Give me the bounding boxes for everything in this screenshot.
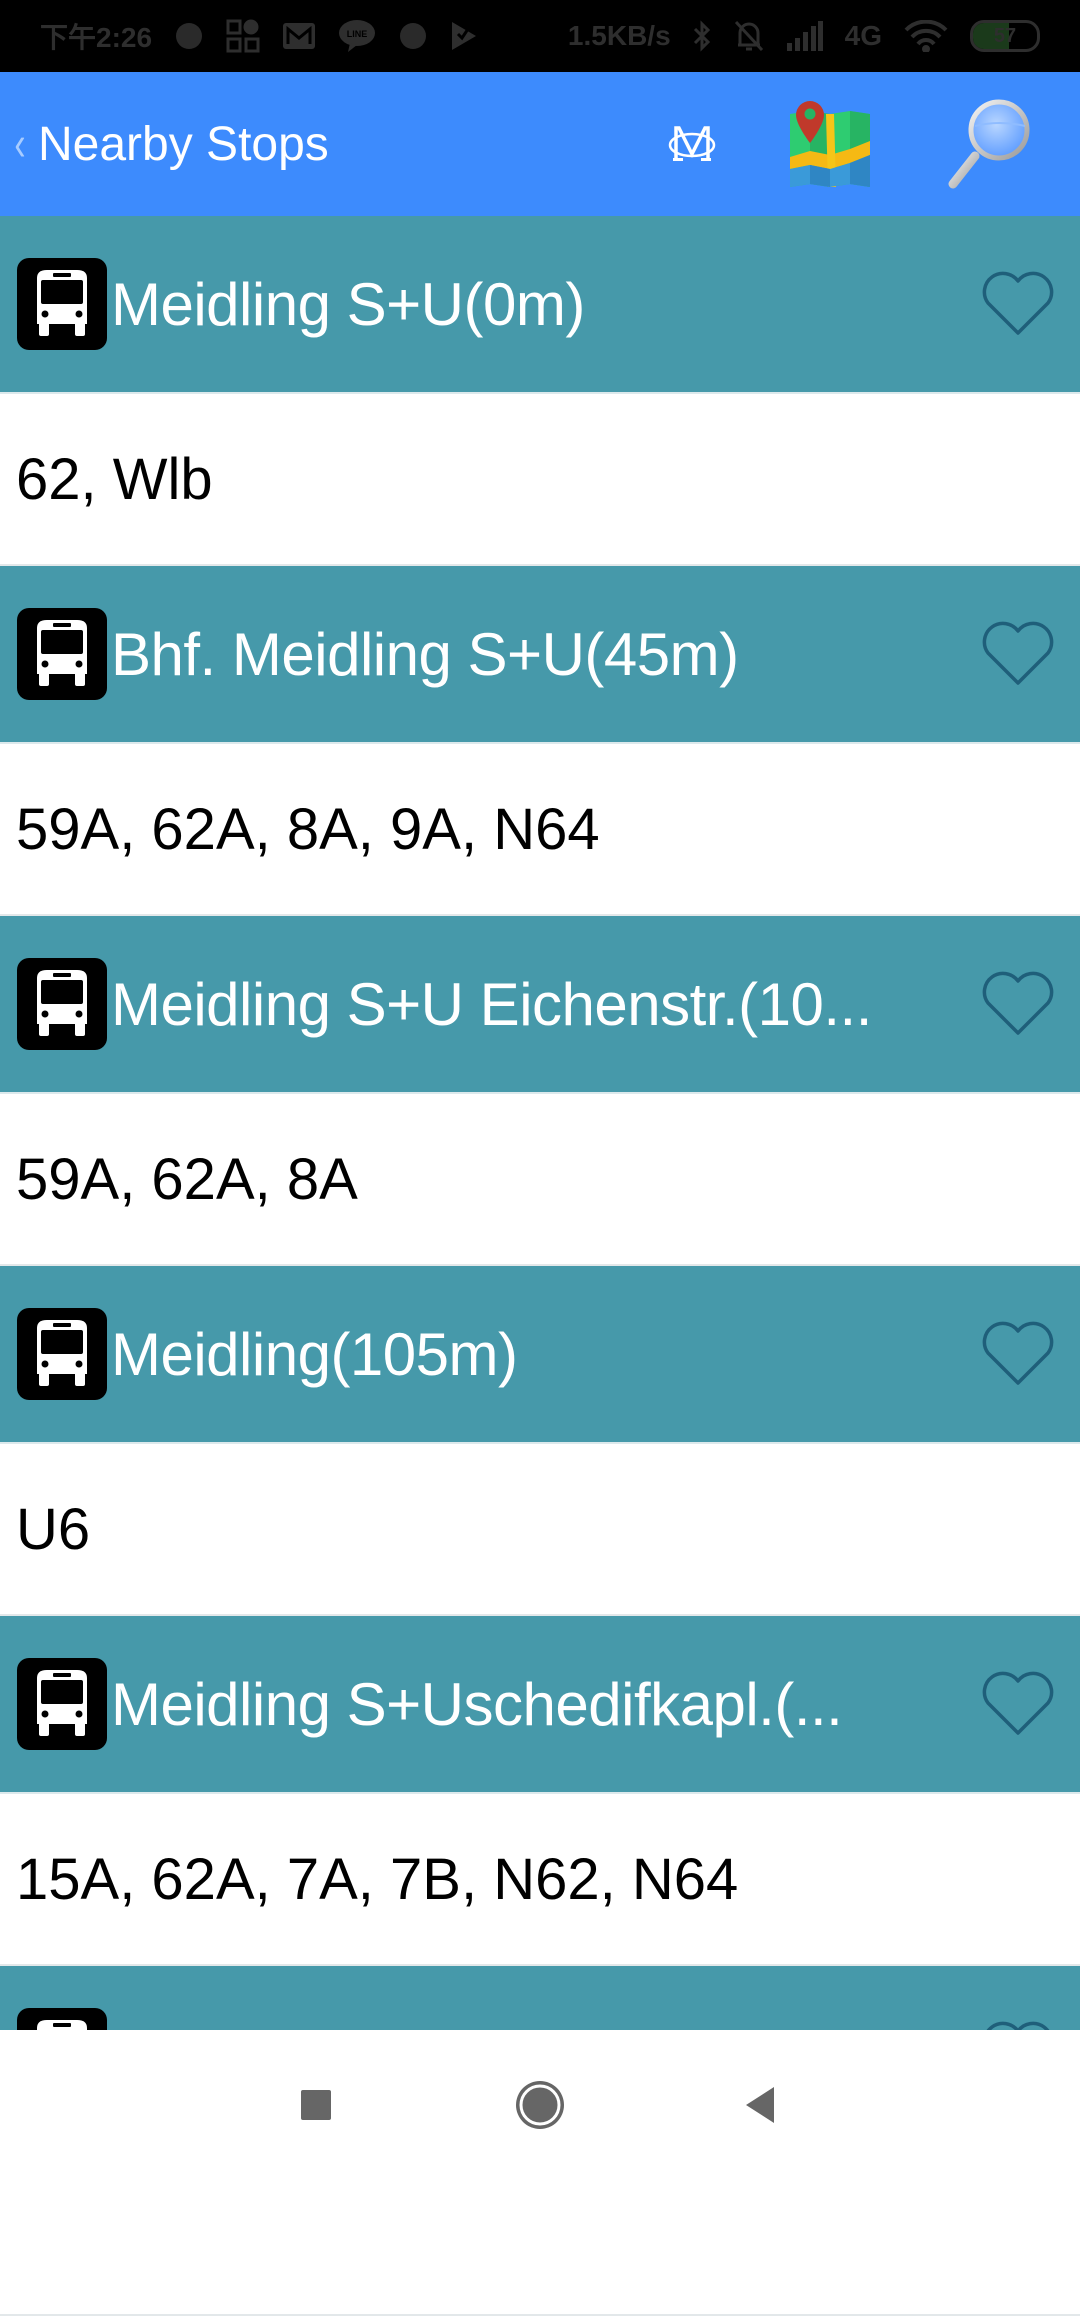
nearby-stops-list: Meidling S+U(0m) 62, Wlb Bhf. Meidling S…: [0, 216, 1080, 2316]
bus-icon: [17, 608, 107, 700]
loading-icon: [174, 21, 204, 51]
routes-text: 62, Wlb: [16, 446, 213, 512]
loading-icon: [398, 21, 428, 51]
stop-item-1: Meidling S+U(0m) 62, Wlb: [0, 216, 1080, 566]
favorite-button[interactable]: [980, 619, 1056, 689]
routes-row[interactable]: 59A, 62A, 8A, 9A, N64: [0, 744, 1080, 916]
routes-row[interactable]: [0, 2144, 1080, 2316]
metro-icon: [668, 126, 716, 161]
bus-icon: [17, 958, 107, 1050]
signal-icon: [786, 21, 823, 51]
favorite-button[interactable]: [980, 1669, 1056, 1739]
stop-item-2: Bhf. Meidling S+U(45m) 59A, 62A, 8A, 9A,…: [0, 566, 1080, 916]
play-store-icon: [450, 20, 478, 52]
stop-name: Meidling S+U(0m): [111, 270, 585, 338]
stop-item-4: Meidling(105m) U6: [0, 1266, 1080, 1616]
bus-icon: [17, 1658, 107, 1750]
favorite-button[interactable]: [980, 1319, 1056, 1389]
network-speed: 1.5KB/s: [567, 20, 671, 51]
map-icon: [790, 101, 870, 187]
stop-name: Meidling S+Uschedifkapl.(...: [111, 1670, 843, 1738]
triangle-back-icon: [746, 2087, 774, 2123]
metro-button[interactable]: [652, 104, 732, 184]
heart-icon: [982, 621, 1054, 685]
line-icon: LINE: [338, 19, 376, 53]
gmail-icon: [282, 22, 316, 50]
bus-icon: [17, 1308, 107, 1400]
stop-item-5: Meidling S+Uschedifkapl.(... 15A, 62A, 7…: [0, 1616, 1080, 1966]
square-icon: [301, 2090, 331, 2120]
heart-icon: [982, 271, 1054, 335]
network-type: 4G: [844, 20, 882, 51]
bus-icon: [17, 258, 107, 350]
back-button[interactable]: ‹ Nearby Stops: [12, 117, 329, 172]
svg-text:LINE: LINE: [347, 29, 368, 39]
routes-text: 59A, 62A, 8A: [16, 1146, 358, 1212]
stop-name: Meidling S+U Eichenstr.(10...: [111, 970, 872, 1038]
heart-icon: [982, 971, 1054, 1035]
stop-header[interactable]: Meidling S+U(0m): [0, 216, 1080, 394]
bluetooth-icon: [693, 20, 711, 52]
stop-header[interactable]: Bhf. Meidling S+U(45m): [0, 566, 1080, 744]
routes-row[interactable]: 62, Wlb: [0, 394, 1080, 566]
apps-grid-icon: [226, 19, 260, 53]
back-nav-button[interactable]: [730, 2075, 790, 2135]
routes-row[interactable]: 59A, 62A, 8A: [0, 1094, 1080, 1266]
navigation-bar: [0, 2030, 1080, 2160]
clock: 下午2:26: [40, 22, 153, 53]
favorite-button[interactable]: [980, 269, 1056, 339]
battery-level: 57: [993, 24, 1017, 47]
stop-header[interactable]: Meidling S+U Eichenstr.(10...: [0, 916, 1080, 1094]
heart-icon: [982, 1321, 1054, 1385]
stop-name: Meidling(105m): [111, 1320, 518, 1388]
stop-item-3: Meidling S+U Eichenstr.(10... 59A, 62A, …: [0, 916, 1080, 1266]
heart-icon: [982, 1671, 1054, 1735]
chevron-left-icon: ‹: [14, 117, 26, 171]
battery-indicator: 57: [970, 20, 1040, 52]
page-title: Nearby Stops: [37, 117, 329, 171]
search-button[interactable]: [940, 94, 1040, 194]
routes-text: 15A, 62A, 7A, 7B, N62, N64: [16, 1846, 739, 1912]
stop-header[interactable]: Meidling(105m): [0, 1266, 1080, 1444]
routes-text: U6: [16, 1496, 91, 1562]
routes-row[interactable]: U6: [0, 1444, 1080, 1616]
recents-button[interactable]: [286, 2075, 346, 2135]
map-button[interactable]: [780, 94, 880, 194]
routes-text: 59A, 62A, 8A, 9A, N64: [16, 796, 600, 862]
wifi-icon: [904, 20, 948, 52]
app-header: ‹ Nearby Stops: [0, 72, 1080, 216]
stop-header[interactable]: Meidling S+Uschedifkapl.(...: [0, 1616, 1080, 1794]
status-bar: 下午2:26 LINE 1.5KB/s 4G 57: [0, 0, 1080, 72]
mute-bell-icon: [733, 19, 765, 53]
routes-row[interactable]: 15A, 62A, 7A, 7B, N62, N64: [0, 1794, 1080, 1966]
search-icon: [948, 99, 1030, 189]
favorite-button[interactable]: [980, 969, 1056, 1039]
home-button[interactable]: [510, 2075, 570, 2135]
stop-name: Bhf. Meidling S+U(45m): [111, 620, 739, 688]
circle-icon: [516, 2081, 564, 2129]
